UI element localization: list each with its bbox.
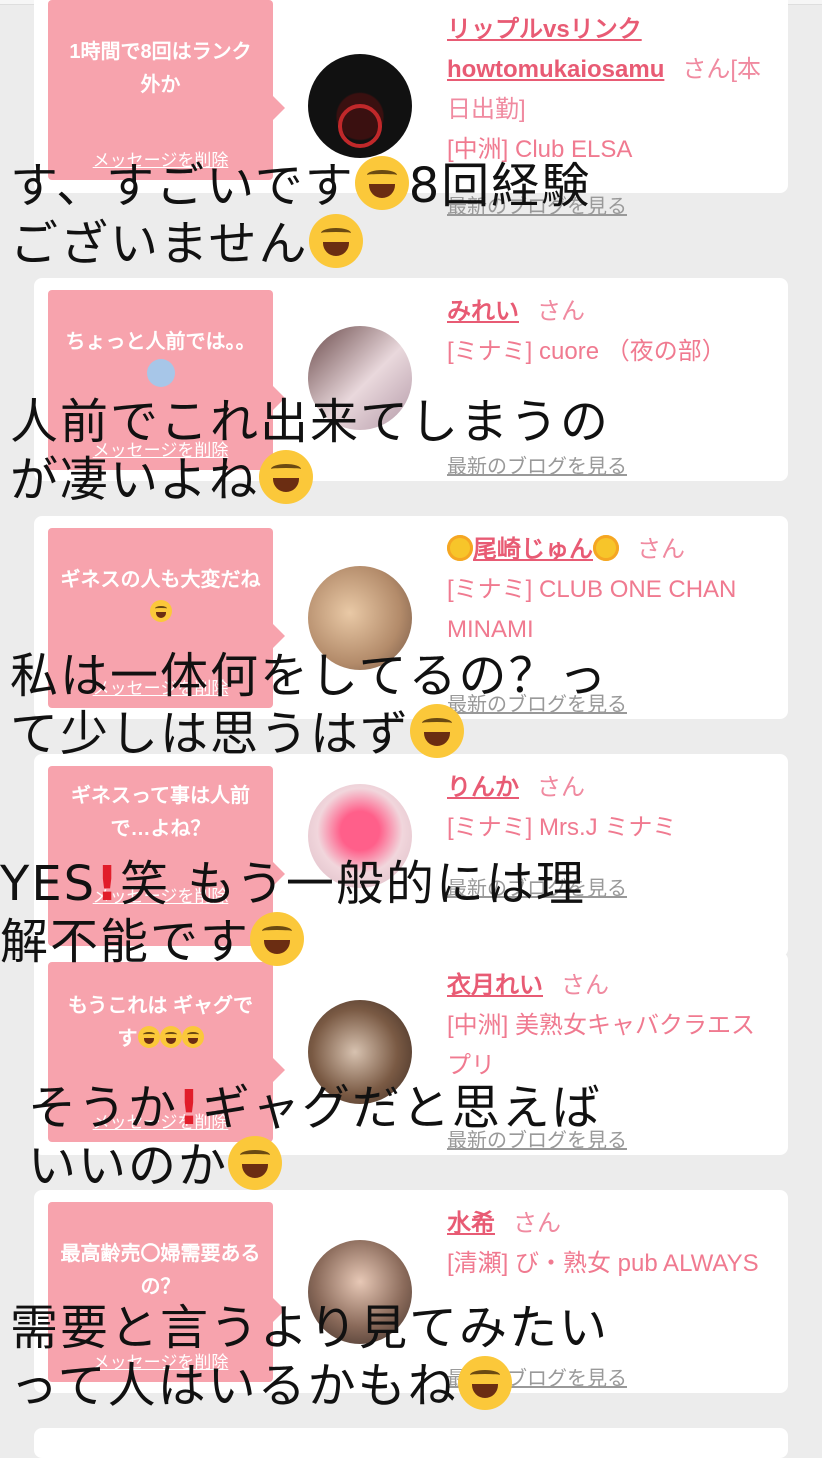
cast-name-link[interactable]: 衣月れい xyxy=(447,972,543,999)
honorific: さん xyxy=(513,1210,561,1237)
rofl-icon xyxy=(181,1026,204,1048)
overlay-text: が凄いよね xyxy=(10,452,260,508)
cast-name-link[interactable]: りんか xyxy=(447,774,519,801)
rofl-icon xyxy=(354,156,409,210)
rofl-icon xyxy=(137,1026,160,1048)
message-bubble: 1時間で8回はランク外か メッセージを削除 xyxy=(48,0,285,180)
exclamation-icon: ! xyxy=(96,856,121,912)
cast-name-line: 水希 さん xyxy=(447,1204,777,1244)
cast-info: リップルvsリンクhowtomukaiosamu さん[本日出勤] [中洲] Cl… xyxy=(447,0,777,218)
shop-name: [ミナミ] cuore （夜の部） xyxy=(447,338,726,365)
message-text: もうこれは ギャグです xyxy=(60,990,261,1056)
honorific: さん xyxy=(561,972,609,999)
overlay-comment: 人前でこれ出来てしまうの が凄いよね xyxy=(10,394,610,508)
cast-name-link[interactable]: 水希 xyxy=(447,1210,495,1237)
cast-name-link[interactable]: みれい xyxy=(447,298,519,325)
overlay-comment: 需要と言うより見てみたい って人はいるかもね xyxy=(10,1300,609,1414)
exclamation-icon: ! xyxy=(178,1080,202,1136)
honorific: さん xyxy=(537,298,585,325)
avatar[interactable] xyxy=(308,54,412,158)
rofl-icon xyxy=(308,214,363,268)
overlay-text: ギャグだと思えば xyxy=(201,1080,602,1136)
cast-name-line: 尾崎じゅん さん xyxy=(447,530,777,570)
cast-name-line: 衣月れい さん xyxy=(447,966,777,1006)
cast-info: 衣月れい さん [中洲] 美熟女キャバクラエスプリ 最新のブログを見る xyxy=(447,952,777,1152)
overlay-text: 需要と言うより見てみたい xyxy=(10,1300,610,1356)
fearful-face-icon xyxy=(146,359,175,387)
rofl-icon xyxy=(228,1136,283,1190)
sunflower-icon xyxy=(593,535,619,561)
overlay-comment: 私は一体何をしてるの？っ て少しは思うはず xyxy=(10,648,609,762)
cast-name-line: りんか さん xyxy=(447,768,777,808)
message-text: 1時間で8回はランク外か xyxy=(69,41,252,96)
shop-name: [清瀬] び・熟女 pub ALWAYS xyxy=(447,1250,759,1277)
shop-name: [中洲] 美熟女キャバクラエスプリ xyxy=(447,1012,756,1079)
overlay-text: いいのか xyxy=(28,1138,229,1194)
overlay-text: て少しは思うはず xyxy=(10,706,411,762)
shop-name: [ミナミ] Mrs.J ミナミ xyxy=(447,814,677,841)
stamp-icon xyxy=(338,104,382,148)
favorite-card xyxy=(34,1428,788,1458)
overlay-text: ございません xyxy=(10,216,309,272)
cast-info: 水希 さん [清瀬] び・熟女 pub ALWAYS 最新のブログを見る xyxy=(447,1190,777,1390)
cast-name-line: みれい さん xyxy=(447,292,777,332)
overlay-comment: そうか!ギャグだと思えば いいのか xyxy=(28,1080,602,1194)
sunflower-icon xyxy=(447,535,473,561)
overlay-text: YES xyxy=(0,856,97,912)
cast-info: 尾崎じゅん さん [ミナミ] CLUB ONE CHAN MINAMI 最新のブロ… xyxy=(447,516,777,716)
rofl-icon xyxy=(410,704,465,758)
overlay-text: 私は一体何をしてるの？っ xyxy=(10,648,609,704)
cast-info: みれい さん [ミナミ] cuore （夜の部） 最新のブログを見る xyxy=(447,278,777,478)
message-text: ギネスの人も大変だね xyxy=(60,564,261,630)
cast-name-line: リップルvsリンクhowtomukaiosamu さん[本日出勤] xyxy=(447,10,777,130)
overlay-comment: す、すごいです 8回経験 ございません xyxy=(10,156,591,272)
message-text-body: ギネスの人も大変だね xyxy=(60,569,261,591)
rofl-icon xyxy=(259,450,314,504)
message-text-body: ちょっと人前では。。 xyxy=(65,331,256,353)
message-text: ちょっと人前では。。 xyxy=(60,326,261,393)
overlay-text: って人はいるかもね xyxy=(10,1358,458,1414)
rofl-icon xyxy=(250,912,305,966)
overlay-text: 笑 もう一般的には理 xyxy=(120,856,586,912)
cast-info: りんか さん [ミナミ] Mrs.J ミナミ 最新のブログを見る xyxy=(447,754,777,900)
rofl-icon xyxy=(149,600,172,622)
message-text: ギネスって事は人前で…よね？ xyxy=(71,785,250,840)
overlay-text: 8回経験 xyxy=(408,158,592,214)
overlay-comment: YES!笑 もう一般的には理 解不能です xyxy=(0,856,586,970)
honorific: さん xyxy=(537,774,585,801)
joy-icon xyxy=(457,1356,512,1410)
cast-name-link[interactable]: 尾崎じゅん xyxy=(473,536,593,563)
shop-name: [ミナミ] CLUB ONE CHAN MINAMI xyxy=(447,576,737,643)
honorific: さん xyxy=(637,536,685,563)
message-text: 最高齢売〇婦需要あるの？ xyxy=(60,1243,261,1298)
rofl-icon xyxy=(159,1026,182,1048)
overlay-text: 解不能です xyxy=(0,914,251,970)
overlay-text: そうか xyxy=(28,1080,179,1136)
overlay-text: 人前でこれ出来てしまうの xyxy=(10,394,611,450)
cast-name-link[interactable]: リップルvsリンクhowtomukaiosamu xyxy=(447,16,664,83)
overlay-text: す、すごいです xyxy=(10,158,355,214)
